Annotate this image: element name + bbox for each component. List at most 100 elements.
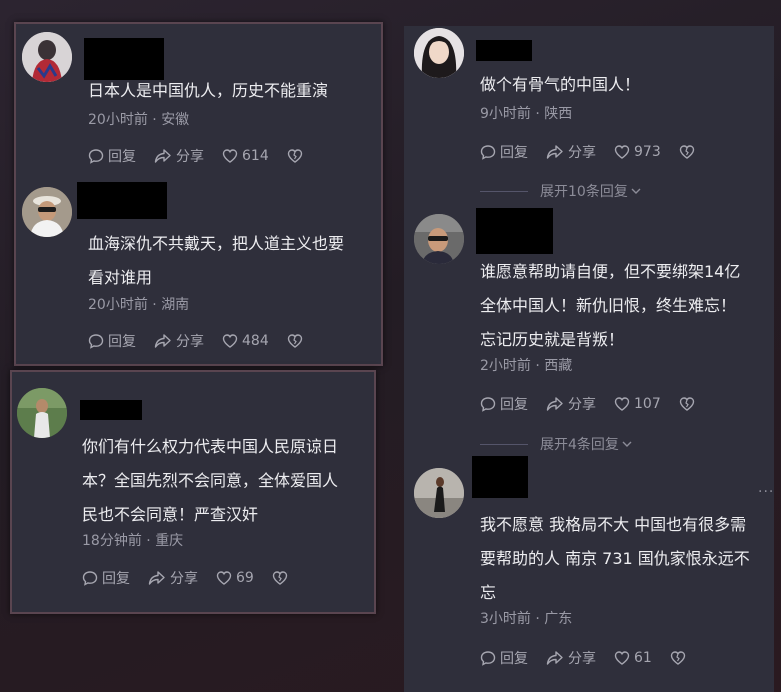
like-count: 973	[634, 144, 661, 160]
expand-replies-button[interactable]: 展开10条回复	[480, 181, 642, 201]
comment-text-line: 民也不会同意！严查汉奸	[82, 505, 259, 524]
share-button[interactable]: 分享	[546, 394, 596, 414]
reply-label: 回复	[108, 149, 136, 165]
reply-button[interactable]: 回复	[82, 568, 130, 588]
avatar[interactable]	[414, 468, 464, 518]
comment-item: ··· 我不愿意 我格局不大 中国也有很多需 要帮助的人 南京 731 国仇家恨…	[404, 456, 774, 692]
meta-separator: ·	[530, 611, 545, 627]
share-arrow-icon	[148, 571, 165, 585]
comment-time: 3小时前	[480, 611, 531, 627]
username-redacted[interactable]	[472, 456, 528, 498]
share-arrow-icon	[154, 334, 171, 348]
comment-text-line: 血海深仇不共戴天，把人道主义也要	[88, 234, 345, 253]
reply-button[interactable]: 回复	[88, 331, 136, 351]
reply-button[interactable]: 回复	[480, 394, 528, 414]
share-label: 分享	[176, 334, 204, 350]
dislike-button[interactable]	[679, 144, 699, 160]
avatar[interactable]	[22, 32, 72, 82]
share-label: 分享	[170, 571, 198, 587]
share-button[interactable]: 分享	[148, 568, 198, 588]
share-arrow-icon	[546, 397, 563, 411]
like-button[interactable]: 484	[222, 333, 269, 349]
comment-text-line: 做个有骨气的中国人！	[480, 75, 641, 94]
reply-label: 回复	[500, 397, 528, 413]
comment-text-line: 全体中国人！新仇旧恨，终生难忘！	[480, 296, 737, 315]
username-redacted[interactable]	[476, 40, 532, 61]
share-button[interactable]: 分享	[546, 142, 596, 162]
comment-meta: 3小时前 · 广东	[480, 608, 572, 628]
like-button[interactable]: 614	[222, 148, 269, 164]
share-button[interactable]: 分享	[154, 146, 204, 166]
share-button[interactable]: 分享	[546, 648, 596, 668]
divider	[480, 443, 528, 445]
reply-label: 回复	[108, 334, 136, 350]
dislike-button[interactable]	[272, 570, 292, 586]
share-label: 分享	[568, 145, 596, 161]
like-button[interactable]: 61	[614, 650, 652, 666]
avatar[interactable]	[17, 388, 67, 438]
share-button[interactable]: 分享	[154, 331, 204, 351]
left-bottom-panel: 你们有什么权力代表中国人民原谅日 本？全国先烈不会同意，全体爱国人 民也不会同意…	[10, 370, 376, 614]
like-count: 614	[242, 148, 269, 164]
dislike-button[interactable]	[670, 650, 690, 666]
meta-separator: ·	[147, 112, 162, 128]
like-button[interactable]: 107	[614, 396, 661, 412]
share-arrow-icon	[546, 651, 563, 665]
comment-time: 18分钟前	[82, 533, 142, 549]
username-redacted[interactable]	[80, 400, 142, 420]
comment-text-line: 忘记历史就是背叛！	[480, 330, 625, 349]
comment-actions: 回复 分享 973	[480, 142, 717, 162]
comment-actions: 回复 分享 614	[88, 146, 325, 166]
dislike-button[interactable]	[287, 148, 307, 164]
chevron-down-icon	[622, 441, 632, 447]
reply-button[interactable]: 回复	[88, 146, 136, 166]
comment-time: 20小时前	[88, 297, 148, 313]
comment-actions: 回复 分享 61	[480, 648, 708, 668]
reply-label: 回复	[500, 651, 528, 667]
comment-text-line: 谁愿意帮助请自便，但不要绑架14亿	[480, 262, 741, 281]
more-options-button[interactable]: ···	[758, 484, 774, 500]
comment-text-line: 我不愿意 我格局不大 中国也有很多需	[480, 515, 747, 534]
like-count: 69	[236, 570, 254, 586]
meta-separator: ·	[530, 358, 545, 374]
avatar[interactable]	[414, 28, 464, 78]
avatar[interactable]	[22, 187, 72, 237]
share-arrow-icon	[546, 145, 563, 159]
dislike-button[interactable]	[679, 396, 699, 412]
share-label: 分享	[568, 651, 596, 667]
username-redacted[interactable]	[77, 182, 167, 219]
like-button[interactable]: 973	[614, 144, 661, 160]
comment-text: 我不愿意 我格局不大 中国也有很多需 要帮助的人 南京 731 国仇家恨永远不 …	[480, 508, 750, 610]
comment-location: 广东	[544, 611, 573, 627]
comment-location: 安徽	[161, 112, 190, 128]
comment-actions: 回复 分享 107	[480, 394, 717, 414]
comment-item: 血海深仇不共戴天，把人道主义也要 看对谁用 20小时前 · 湖南 回复 分享 4…	[16, 179, 381, 369]
reply-button[interactable]: 回复	[480, 142, 528, 162]
comment-meta: 9小时前 · 陕西	[480, 103, 572, 123]
comment-time: 20小时前	[88, 112, 148, 128]
expand-replies-button[interactable]: 展开4条回复	[480, 434, 633, 454]
comment-item: 谁愿意帮助请自便，但不要绑架14亿 全体中国人！新仇旧恨，终生难忘！ 忘记历史就…	[404, 208, 774, 464]
reply-button[interactable]: 回复	[480, 648, 528, 668]
comment-item: 做个有骨气的中国人！ 9小时前 · 陕西 回复 分享 973 展开10条回复	[404, 26, 774, 206]
like-button[interactable]: 69	[216, 570, 254, 586]
comment-text-line: 你们有什么权力代表中国人民原谅日	[82, 437, 339, 456]
meta-separator: ·	[141, 533, 156, 549]
reply-bubble-icon	[88, 149, 104, 164]
comment-text: 血海深仇不共戴天，把人道主义也要 看对谁用	[88, 227, 344, 295]
dislike-button[interactable]	[287, 333, 307, 349]
username-redacted[interactable]	[476, 208, 553, 254]
comment-item: 你们有什么权力代表中国人民原谅日 本？全国先烈不会同意，全体爱国人 民也不会同意…	[12, 372, 374, 612]
comment-time: 2小时前	[480, 358, 531, 374]
comment-text: 做个有骨气的中国人！	[480, 68, 640, 102]
comment-meta: 20小时前 · 安徽	[88, 109, 189, 129]
comment-text: 你们有什么权力代表中国人民原谅日 本？全国先烈不会同意，全体爱国人 民也不会同意…	[82, 430, 338, 532]
avatar[interactable]	[414, 214, 464, 264]
share-label: 分享	[568, 397, 596, 413]
left-top-panel: 日本人是中国仇人，历史不能重演 20小时前 · 安徽 回复 分享 614 血海深…	[14, 22, 383, 366]
reply-bubble-icon	[480, 145, 496, 160]
broken-heart-icon	[679, 397, 694, 411]
right-panel: 做个有骨气的中国人！ 9小时前 · 陕西 回复 分享 973 展开10条回复 谁…	[404, 26, 774, 692]
reply-bubble-icon	[480, 397, 496, 412]
heart-icon	[614, 651, 630, 665]
